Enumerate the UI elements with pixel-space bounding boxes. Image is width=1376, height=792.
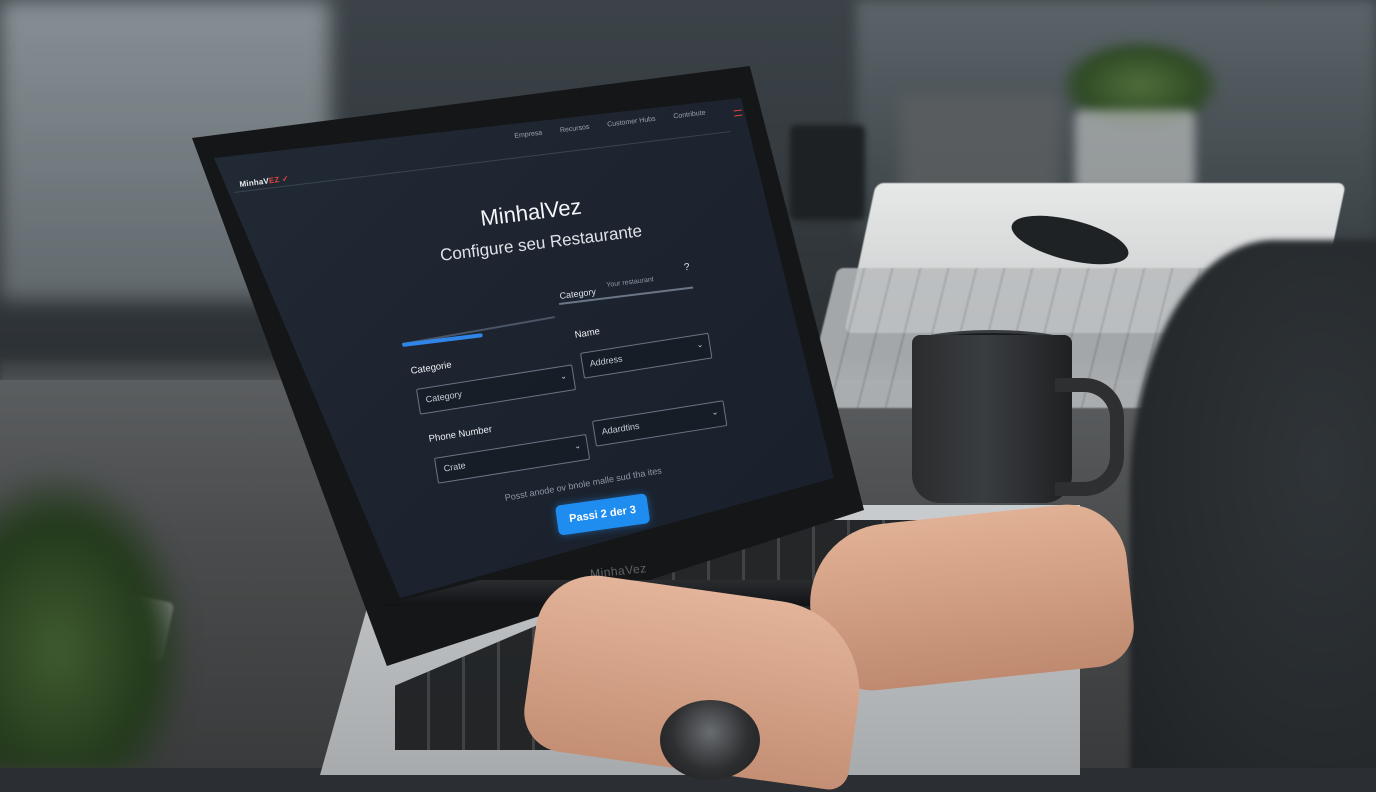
category-select-value: Category xyxy=(424,388,463,405)
plant-pot-white xyxy=(1075,110,1195,190)
create-select-value: Crate xyxy=(442,460,467,474)
create-select[interactable]: Crate ⌄ xyxy=(434,433,591,484)
mug-handle xyxy=(1055,378,1124,496)
wristwatch xyxy=(660,700,760,780)
categorie-label: Categorie xyxy=(410,359,453,377)
address-select[interactable]: Address ⌄ xyxy=(580,332,713,379)
coffee-mug xyxy=(912,335,1072,503)
additional-select-value: Adardtins xyxy=(600,420,641,437)
chevron-down-icon: ⌄ xyxy=(710,407,719,418)
plant-foreground xyxy=(0,470,190,768)
address-select-value: Address xyxy=(588,353,624,369)
chevron-down-icon: ⌄ xyxy=(573,440,582,451)
plant-pot xyxy=(790,125,865,220)
chevron-down-icon: ⌄ xyxy=(559,371,568,382)
shelf xyxy=(900,95,1060,195)
additional-select[interactable]: Adardtins ⌄ xyxy=(592,400,728,447)
chevron-down-icon: ⌄ xyxy=(695,339,704,350)
phone-number-label: Phone Number xyxy=(428,424,493,445)
name-label: Name xyxy=(574,326,601,341)
